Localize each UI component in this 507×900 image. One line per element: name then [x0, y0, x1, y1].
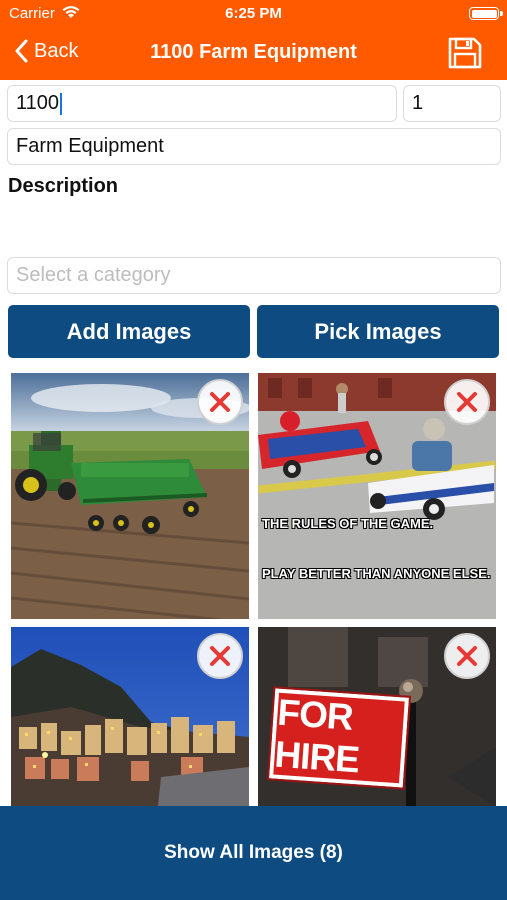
quantity-value: 1	[412, 92, 424, 114]
battery-icon	[469, 7, 503, 20]
close-icon	[210, 392, 230, 412]
clock: 6:25 PM	[225, 5, 282, 22]
close-icon	[457, 392, 477, 412]
close-icon	[457, 646, 477, 666]
status-bar: Carrier 6:25 PM	[0, 0, 507, 28]
item-code-value: 1100	[16, 92, 60, 114]
image-thumbnail[interactable]: THE RULES OF THE GAME. PLAY BETTER THAN …	[258, 373, 496, 619]
category-select[interactable]: Select a category	[7, 257, 501, 294]
delete-image-button[interactable]	[444, 633, 490, 679]
item-code-field[interactable]: 1100	[7, 85, 397, 122]
image-thumbnail[interactable]	[11, 627, 249, 807]
save-icon[interactable]	[447, 36, 483, 70]
item-name-value: Farm Equipment	[16, 135, 164, 157]
show-all-images-button[interactable]: Show All Images (8)	[0, 806, 507, 900]
image-thumbnail[interactable]	[11, 373, 249, 619]
for-hire-sign: FOR HIRE	[266, 686, 412, 790]
delete-image-button[interactable]	[197, 379, 243, 425]
close-icon	[210, 646, 230, 666]
text-cursor	[60, 92, 63, 115]
description-label: Description	[8, 175, 119, 197]
add-images-button[interactable]: Add Images	[8, 305, 250, 358]
item-name-field[interactable]: Farm Equipment	[7, 128, 501, 165]
page-title: 1100 Farm Equipment	[150, 41, 357, 63]
image-caption-line-2: PLAY BETTER THAN ANYONE ELSE.	[262, 566, 491, 581]
image-caption-line-1: THE RULES OF THE GAME.	[262, 516, 434, 531]
quantity-field[interactable]: 1	[403, 85, 501, 122]
pick-images-button[interactable]: Pick Images	[257, 305, 499, 358]
category-placeholder: Select a category	[16, 264, 171, 286]
nav-bar: Back 1100 Farm Equipment	[0, 28, 507, 80]
delete-image-button[interactable]	[197, 633, 243, 679]
show-all-images-label: Show All Images (8)	[164, 842, 343, 863]
for-hire-sign-text: FOR HIRE	[273, 691, 361, 781]
delete-image-button[interactable]	[444, 379, 490, 425]
top-bar: Carrier 6:25 PM Back 1100 Farm Equipment	[0, 0, 507, 80]
image-thumbnail[interactable]: FOR HIRE	[258, 627, 496, 807]
